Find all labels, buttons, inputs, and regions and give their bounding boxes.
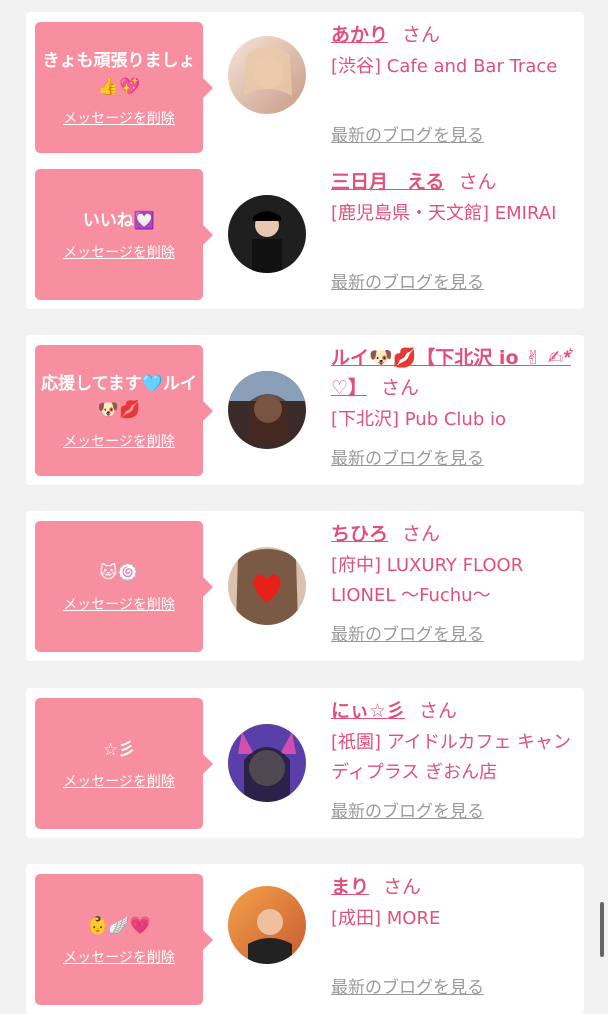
shop-name: [成田] MORE	[331, 908, 441, 929]
profile-name-link[interactable]: にぃ☆彡	[331, 700, 405, 722]
delete-message-link[interactable]: メッセージを削除	[63, 947, 175, 967]
shop-name: [鹿児島県・天文館] EMIRAI	[331, 203, 557, 224]
profile-info: あかり さん [渋谷] Cafe and Bar Trace	[331, 20, 576, 82]
honorific: さん	[402, 523, 441, 545]
honorific: さん	[402, 24, 441, 46]
avatar[interactable]	[228, 547, 306, 625]
shop-name: [府中] LUXURY FLOOR LIONEL 〜Fuchu〜	[331, 555, 524, 606]
latest-blog-link[interactable]: 最新のブログを見る	[331, 620, 484, 645]
message-text: きょも頑張りましょ👍💖	[42, 50, 196, 97]
message-bubble: 応援してます🩵ルイ🐶💋 メッセージを削除	[35, 345, 213, 476]
profile-info: にぃ☆彡 さん [祇園] アイドルカフェ キャンディプラス ぎおん店	[331, 696, 576, 788]
profile-name-link[interactable]: ちひろ	[331, 523, 388, 545]
profile-name-link[interactable]: あかり	[331, 24, 388, 46]
message-text: 👶🪽💗	[87, 915, 151, 936]
latest-blog-link[interactable]: 最新のブログを見る	[331, 973, 484, 998]
shop-name: [渋谷] Cafe and Bar Trace	[331, 56, 558, 77]
message-card: いいね💟 メッセージを削除 三日月 える さん [鹿児島県・天文館] EMIRAI…	[26, 159, 584, 309]
message-text: ☆彡	[102, 739, 136, 760]
message-text: 🐱🍥	[99, 562, 139, 583]
scrollbar[interactable]	[600, 902, 604, 957]
message-text: 応援してます🩵ルイ🐶💋	[41, 373, 197, 420]
avatar[interactable]	[228, 371, 306, 449]
profile-name-link[interactable]: まり	[331, 876, 369, 898]
profile-info: ルイ🐶💋【下北沢 io ✌︎ ✍︎*͛ ♡】 さん [下北沢] Pub Club …	[331, 343, 576, 435]
delete-message-link[interactable]: メッセージを削除	[63, 431, 175, 451]
delete-message-link[interactable]: メッセージを削除	[63, 594, 175, 614]
message-bubble: いいね💟 メッセージを削除	[35, 169, 213, 300]
message-card: 応援してます🩵ルイ🐶💋 メッセージを削除 ルイ🐶💋【下北沢 io ✌︎ ✍︎*͛…	[26, 335, 584, 485]
message-text: いいね💟	[82, 210, 156, 231]
avatar[interactable]	[228, 724, 306, 802]
message-bubble: 🐱🍥 メッセージを削除	[35, 521, 213, 652]
latest-blog-link[interactable]: 最新のブログを見る	[331, 121, 484, 146]
profile-info: ちひろ さん [府中] LUXURY FLOOR LIONEL 〜Fuchu〜	[331, 519, 576, 611]
message-bubble: 👶🪽💗 メッセージを削除	[35, 874, 213, 1005]
shop-name: [祇園] アイドルカフェ キャンディプラス ぎおん店	[331, 732, 572, 783]
delete-message-link[interactable]: メッセージを削除	[63, 771, 175, 791]
message-card: 👶🪽💗 メッセージを削除 まり さん [成田] MORE 最新のブログを見る	[26, 864, 584, 1014]
delete-message-link[interactable]: メッセージを削除	[63, 242, 175, 262]
message-bubble: ☆彡 メッセージを削除	[35, 698, 213, 829]
profile-name-link[interactable]: ルイ🐶💋【下北沢 io ✌︎ ✍︎*͛ ♡】	[331, 347, 571, 399]
honorific: さん	[381, 377, 420, 399]
latest-blog-link[interactable]: 最新のブログを見る	[331, 268, 484, 293]
latest-blog-link[interactable]: 最新のブログを見る	[331, 797, 484, 822]
message-card: 🐱🍥 メッセージを削除 ちひろ さん [府中] LUXURY FLOOR LION…	[26, 511, 584, 661]
message-card: ☆彡 メッセージを削除 にぃ☆彡 さん [祇園] アイドルカフェ キャンディプラス…	[26, 688, 584, 838]
message-card: きょも頑張りましょ👍💖 メッセージを削除 あかり さん [渋谷] Cafe and…	[26, 12, 584, 162]
profile-info: まり さん [成田] MORE	[331, 872, 576, 934]
avatar[interactable]	[228, 36, 306, 114]
honorific: さん	[383, 876, 422, 898]
profile-info: 三日月 える さん [鹿児島県・天文館] EMIRAI	[331, 167, 576, 229]
honorific: さん	[419, 700, 458, 722]
latest-blog-link[interactable]: 最新のブログを見る	[331, 444, 484, 469]
message-bubble: きょも頑張りましょ👍💖 メッセージを削除	[35, 22, 213, 153]
delete-message-link[interactable]: メッセージを削除	[63, 108, 175, 128]
avatar[interactable]	[228, 195, 306, 273]
shop-name: [下北沢] Pub Club io	[331, 409, 506, 430]
honorific: さん	[458, 171, 497, 193]
avatar[interactable]	[228, 886, 306, 964]
profile-name-link[interactable]: 三日月 える	[331, 171, 444, 193]
